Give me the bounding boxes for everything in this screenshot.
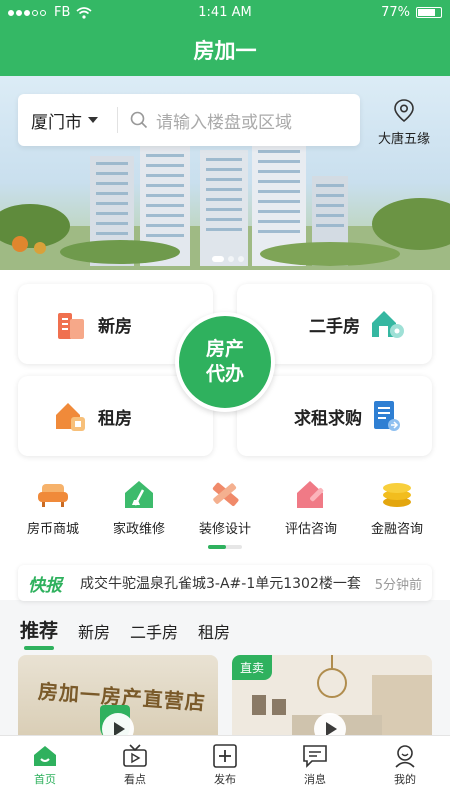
- tab-home-label: 首页: [34, 773, 56, 786]
- plus-square-icon: [213, 744, 237, 768]
- video-tile-living-room[interactable]: 直卖: [232, 655, 432, 745]
- bottom-tab-bar: 首页 看点 发布 消息 我的: [0, 735, 450, 800]
- coins-icon: [383, 483, 411, 507]
- service-item-mall[interactable]: 房币商城: [10, 478, 96, 537]
- tab-watch[interactable]: 看点: [90, 736, 180, 800]
- tv-icon: [123, 744, 147, 767]
- tab-second-hand[interactable]: 二手房: [130, 619, 178, 643]
- broom-house-icon: [125, 481, 153, 508]
- sofa-icon: [38, 484, 68, 507]
- search-placeholder: 请输入楼盘或区域: [156, 112, 292, 133]
- location-button[interactable]: 大唐五缘: [368, 98, 440, 147]
- search-input[interactable]: 请输入楼盘或区域: [118, 108, 292, 133]
- building-icon: [58, 313, 84, 339]
- tab-messages[interactable]: 消息: [270, 736, 360, 800]
- tab-messages-label: 消息: [304, 773, 326, 786]
- service-item-decoration[interactable]: 装修设计: [182, 478, 268, 537]
- tab-publish[interactable]: 发布: [180, 736, 270, 800]
- service-label: 家政维修: [112, 522, 165, 537]
- chevron-down-icon: [88, 117, 98, 123]
- video-tile-store[interactable]: 房加一房产直营店: [18, 655, 218, 745]
- service-label: 房币商城: [26, 522, 79, 537]
- home-icon: [34, 746, 56, 766]
- house-key-icon: [372, 311, 404, 338]
- search-icon: [130, 111, 148, 129]
- service-item-housekeeping[interactable]: 家政维修: [96, 478, 182, 537]
- services-page-indicator: [208, 545, 242, 549]
- services-row: 房币商城 家政维修 装修设计 评估咨询 金融咨询: [0, 478, 450, 537]
- direct-sale-badge: 直卖: [232, 655, 273, 680]
- battery-icon: [416, 7, 442, 18]
- user-icon: [395, 745, 415, 768]
- tab-recommend[interactable]: 推荐: [20, 616, 59, 650]
- service-label: 装修设计: [198, 522, 251, 537]
- feed-tabs: 推荐 新房 二手房 租房: [20, 616, 230, 650]
- news-text: 成交牛驼温泉孔雀城3-A#-1单元1302楼一套: [80, 576, 361, 592]
- search-bar: 厦门市 请输入楼盘或区域: [18, 94, 360, 146]
- new-house-label: 新房: [98, 316, 132, 337]
- status-bar: FB 1:41 AM 77%: [0, 0, 450, 26]
- tab-watch-label: 看点: [124, 773, 146, 786]
- city-selector[interactable]: 厦门市: [18, 107, 118, 133]
- news-ticker[interactable]: 快报 成交牛驼温泉孔雀城3-A#-1单元1302楼一套 5分钟前: [18, 565, 432, 601]
- service-item-assessment[interactable]: 评估咨询: [268, 478, 354, 537]
- service-label: 评估咨询: [284, 522, 337, 537]
- city-label: 厦门市: [31, 112, 82, 133]
- location-pin-icon: [394, 99, 414, 123]
- location-label: 大唐五缘: [377, 132, 430, 147]
- agent-line2: 代办: [205, 363, 244, 385]
- rent-label: 租房: [98, 408, 132, 429]
- tab-home[interactable]: 首页: [0, 736, 90, 800]
- tab-publish-label: 发布: [214, 773, 236, 786]
- want-rent-buy-label: 求租求购: [294, 408, 362, 429]
- news-time: 5分钟前: [374, 577, 422, 593]
- service-label: 金融咨询: [370, 522, 423, 537]
- tab-recommend-label: 推荐: [20, 620, 59, 642]
- property-agent-button[interactable]: 房产 代办: [175, 312, 275, 412]
- news-tag: 快报: [28, 575, 62, 596]
- battery-percent: 77%: [381, 5, 410, 20]
- document-request-icon: [374, 401, 400, 431]
- tab-rent[interactable]: 租房: [198, 619, 230, 643]
- carousel-indicator: [212, 256, 244, 262]
- agent-line1: 房产: [205, 338, 244, 360]
- tab-new-house[interactable]: 新房: [78, 619, 110, 643]
- ruler-pencil-icon: [212, 482, 239, 507]
- page-title: 房加一: [0, 26, 450, 76]
- tab-mine-label: 我的: [394, 773, 416, 786]
- rent-house-icon: [56, 403, 85, 431]
- tab-mine[interactable]: 我的: [360, 736, 450, 800]
- house-pen-icon: [297, 481, 324, 508]
- second-hand-label: 二手房: [309, 316, 360, 337]
- chat-icon: [303, 745, 327, 768]
- service-item-finance[interactable]: 金融咨询: [354, 478, 440, 537]
